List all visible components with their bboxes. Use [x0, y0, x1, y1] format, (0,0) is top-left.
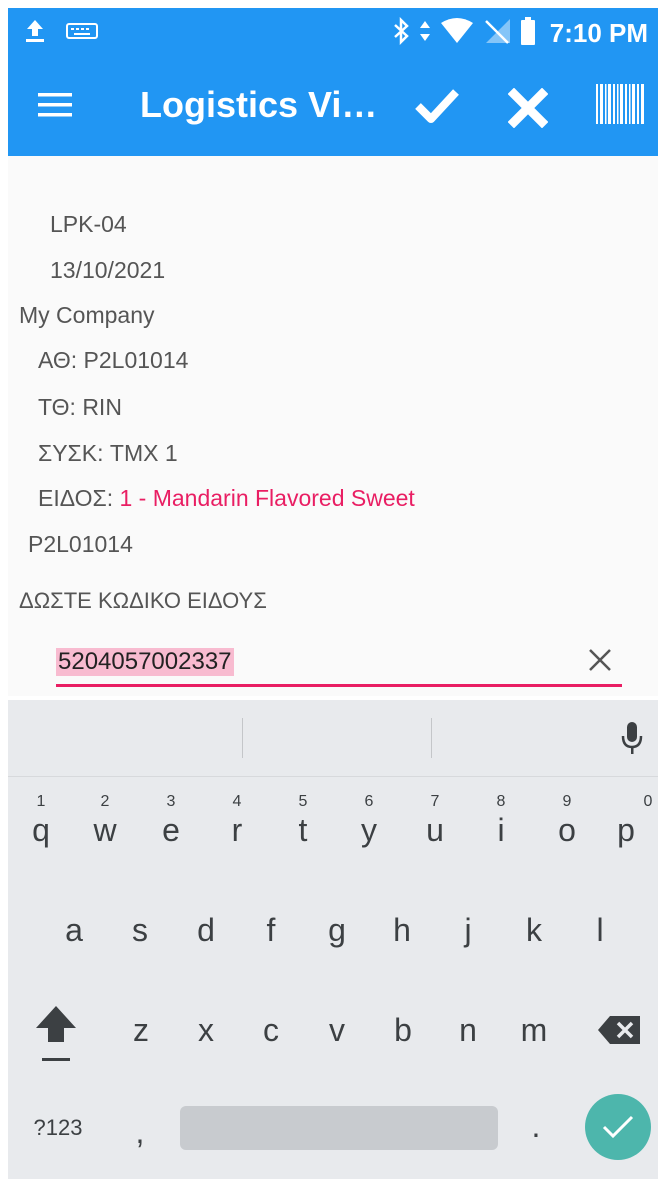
comma-key[interactable]: ,	[110, 1102, 170, 1162]
enter-key[interactable]	[585, 1094, 651, 1160]
item-code-input[interactable]: 5204057002337	[56, 646, 622, 687]
clock-time: 7:10 PM	[549, 18, 648, 48]
key-r[interactable]: 4r	[205, 794, 269, 860]
space-key[interactable]	[180, 1106, 498, 1150]
key-q[interactable]: 1q	[9, 794, 73, 860]
key-u[interactable]: 7u	[403, 794, 467, 860]
ath-value: P2L01014	[83, 347, 189, 373]
input-underline	[56, 684, 622, 687]
ath-label: ΑΘ:	[38, 347, 78, 373]
app-bar: Logistics Vi…	[8, 56, 658, 156]
check-icon	[601, 1114, 635, 1145]
key-b[interactable]: b	[371, 1000, 435, 1060]
suggestion-divider	[242, 718, 243, 758]
key-g[interactable]: g	[305, 900, 369, 960]
barcode-scan-icon[interactable]	[594, 82, 646, 131]
suggestion-strip	[8, 700, 658, 777]
key-k[interactable]: k	[502, 900, 566, 960]
wifi-icon	[440, 17, 474, 50]
bluetooth-icon	[392, 16, 410, 50]
company-name: My Company	[19, 302, 155, 328]
reference-code: P2L01014	[28, 531, 133, 557]
page-title: Logistics Vi…	[140, 84, 378, 125]
tth-value: RIN	[82, 394, 122, 420]
period-key[interactable]: .	[506, 1096, 566, 1156]
document-code: LPK-04	[50, 211, 127, 237]
key-f[interactable]: f	[239, 900, 303, 960]
key-h[interactable]: h	[370, 900, 434, 960]
key-v[interactable]: v	[305, 1000, 369, 1060]
tth-label: ΤΘ:	[38, 394, 76, 420]
key-z[interactable]: z	[109, 1000, 173, 1060]
tth-row: ΤΘ: RIN	[38, 394, 122, 421]
no-signal-icon	[482, 17, 512, 50]
key-w[interactable]: 2w	[73, 794, 137, 860]
soft-keyboard: 1q 2w 3e 4r 5t 6y 7u 8i 9o 0p a s d f g …	[8, 700, 658, 1179]
sysk-label: ΣΥΣΚ:	[38, 440, 104, 466]
menu-icon[interactable]	[36, 90, 76, 125]
microphone-icon[interactable]	[620, 720, 644, 761]
key-j[interactable]: j	[436, 900, 500, 960]
key-s[interactable]: s	[108, 900, 172, 960]
key-d[interactable]: d	[174, 900, 238, 960]
key-y[interactable]: 6y	[337, 794, 401, 860]
cancel-x-icon[interactable]	[507, 87, 549, 133]
suggestion-divider	[431, 718, 432, 758]
key-p[interactable]: 0p	[594, 794, 658, 860]
key-t[interactable]: 5t	[271, 794, 335, 860]
key-x[interactable]: x	[174, 1000, 238, 1060]
key-a[interactable]: a	[42, 900, 106, 960]
sysk-value: TMX 1	[109, 440, 178, 466]
key-n[interactable]: n	[436, 1000, 500, 1060]
item-code-value[interactable]: 5204057002337	[56, 648, 234, 676]
backspace-icon[interactable]	[596, 1012, 644, 1053]
key-o[interactable]: 9o	[535, 794, 599, 860]
confirm-check-icon[interactable]	[414, 86, 460, 131]
key-c[interactable]: c	[239, 1000, 303, 1060]
status-bar: 7:10 PM	[8, 8, 658, 56]
key-m[interactable]: m	[502, 1000, 566, 1060]
data-arrows-icon	[418, 18, 432, 49]
item-code-prompt: ΔΩΣΤΕ ΚΩΔΙΚΟ ΕΙΔΟΥΣ	[19, 588, 267, 613]
symbols-key[interactable]: ?123	[18, 1098, 98, 1158]
document-date: 13/10/2021	[50, 257, 166, 283]
keyboard-icon	[66, 22, 98, 45]
ath-row: ΑΘ: P2L01014	[38, 347, 188, 374]
eidos-row: ΕΙΔΟΣ: 1 - Mandarin Flavored Sweet	[38, 485, 415, 512]
sysk-row: ΣΥΣΚ: TMX 1	[38, 440, 178, 467]
shift-key-icon[interactable]	[32, 1002, 80, 1069]
upload-icon	[24, 18, 46, 49]
key-i[interactable]: 8i	[469, 794, 533, 860]
key-e[interactable]: 3e	[139, 794, 203, 860]
form-content: LPK-04 13/10/2021 My Company ΑΘ: P2L0101…	[8, 156, 658, 696]
eidos-label: ΕΙΔΟΣ:	[38, 485, 114, 511]
battery-icon	[520, 16, 536, 51]
clear-input-icon[interactable]	[586, 646, 614, 679]
eidos-value: 1 - Mandarin Flavored Sweet	[119, 485, 415, 511]
key-l[interactable]: l	[568, 900, 632, 960]
